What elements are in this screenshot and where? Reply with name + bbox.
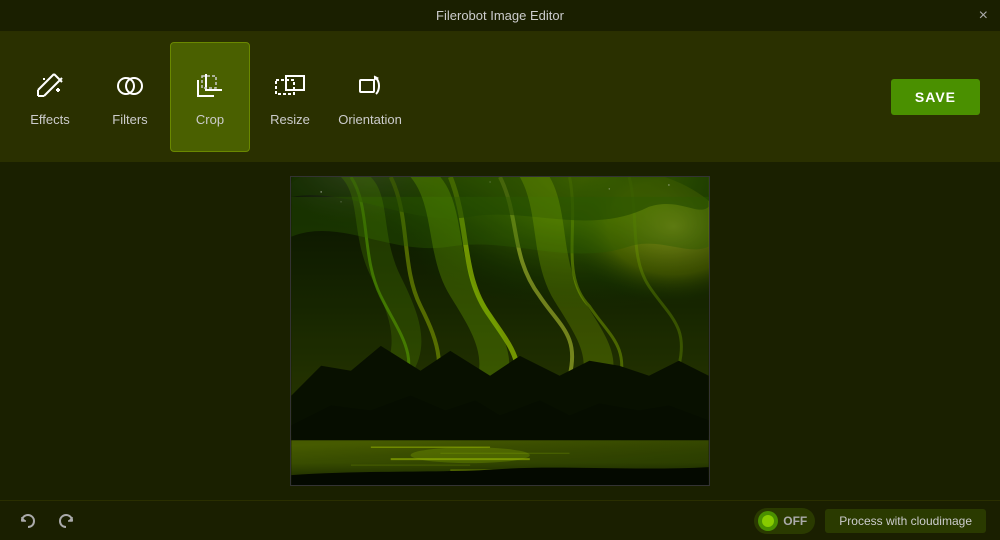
app-title: Filerobot Image Editor bbox=[436, 8, 564, 23]
cloudimage-toggle[interactable]: OFF bbox=[754, 508, 815, 534]
toolbar-item-orientation[interactable]: Orientation bbox=[330, 42, 410, 152]
toolbar-item-effects[interactable]: Effects bbox=[10, 42, 90, 152]
close-button[interactable]: × bbox=[979, 7, 988, 25]
aurora-image bbox=[291, 177, 709, 485]
toggle-label: OFF bbox=[783, 514, 807, 528]
orientation-icon bbox=[352, 68, 388, 104]
toolbar-item-crop[interactable]: Crop bbox=[170, 42, 250, 152]
toolbar-item-filters[interactable]: Filters bbox=[90, 42, 170, 152]
bottom-bar: OFF Process with cloudimage bbox=[0, 500, 1000, 540]
resize-label: Resize bbox=[270, 112, 310, 127]
toolbar-item-resize[interactable]: Resize bbox=[250, 42, 330, 152]
toolbar: Effects Filters Crop bbox=[0, 32, 1000, 162]
save-button[interactable]: SAVE bbox=[891, 79, 980, 115]
crop-label: Crop bbox=[196, 112, 224, 127]
toggle-dot bbox=[758, 511, 778, 531]
cloudimage-button[interactable]: Process with cloudimage bbox=[825, 509, 986, 533]
crop-icon bbox=[192, 68, 228, 104]
orientation-label: Orientation bbox=[338, 112, 402, 127]
redo-button[interactable] bbox=[52, 507, 80, 535]
effects-label: Effects bbox=[30, 112, 70, 127]
image-preview bbox=[290, 176, 710, 486]
toggle-dot-inner bbox=[762, 515, 774, 527]
filters-icon bbox=[112, 68, 148, 104]
undo-button[interactable] bbox=[14, 507, 42, 535]
resize-icon bbox=[272, 68, 308, 104]
wand-icon bbox=[32, 68, 68, 104]
title-bar: Filerobot Image Editor × bbox=[0, 0, 1000, 32]
main-canvas-area bbox=[0, 162, 1000, 500]
bottom-controls-left bbox=[14, 507, 80, 535]
filters-label: Filters bbox=[112, 112, 147, 127]
bottom-controls-right: OFF Process with cloudimage bbox=[754, 508, 986, 534]
